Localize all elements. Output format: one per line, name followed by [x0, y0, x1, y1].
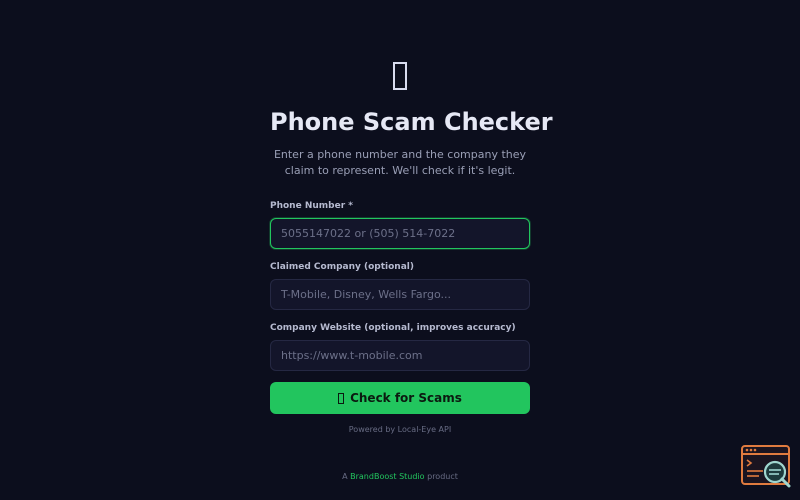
powered-by-text: Powered by Local-Eye API [348, 425, 452, 434]
browser-search-icon [741, 445, 791, 488]
checker-card: Phone Scam Checker Enter a phone number … [270, 58, 553, 434]
brandboost-studio-link[interactable]: BrandBoost Studio [350, 472, 424, 481]
phone-number-input[interactable] [270, 218, 530, 249]
company-website-label: Company Website (optional, improves accu… [270, 323, 516, 333]
phone-icon [393, 62, 407, 90]
scam-check-form: Phone Number * Claimed Company (optional… [270, 200, 530, 414]
check-for-scams-button[interactable]: Check for Scams [270, 382, 530, 414]
company-website-input[interactable] [270, 340, 530, 371]
page-subtitle: Enter a phone number and the company the… [273, 148, 527, 177]
footer-suffix: product [427, 472, 458, 481]
phone-number-label: Phone Number * [270, 201, 353, 211]
search-icon [338, 392, 345, 404]
footer-prefix: A [342, 472, 348, 481]
page: Phone Scam Checker Enter a phone number … [0, 0, 800, 500]
page-title: Phone Scam Checker [270, 108, 553, 136]
check-for-scams-label: Check for Scams [350, 391, 462, 405]
claimed-company-input[interactable] [270, 279, 530, 310]
footer: A BrandBoost Studio product [0, 472, 800, 481]
claimed-company-label: Claimed Company (optional) [270, 262, 414, 272]
logo [270, 58, 530, 94]
site-audit-widget[interactable] [741, 444, 793, 488]
